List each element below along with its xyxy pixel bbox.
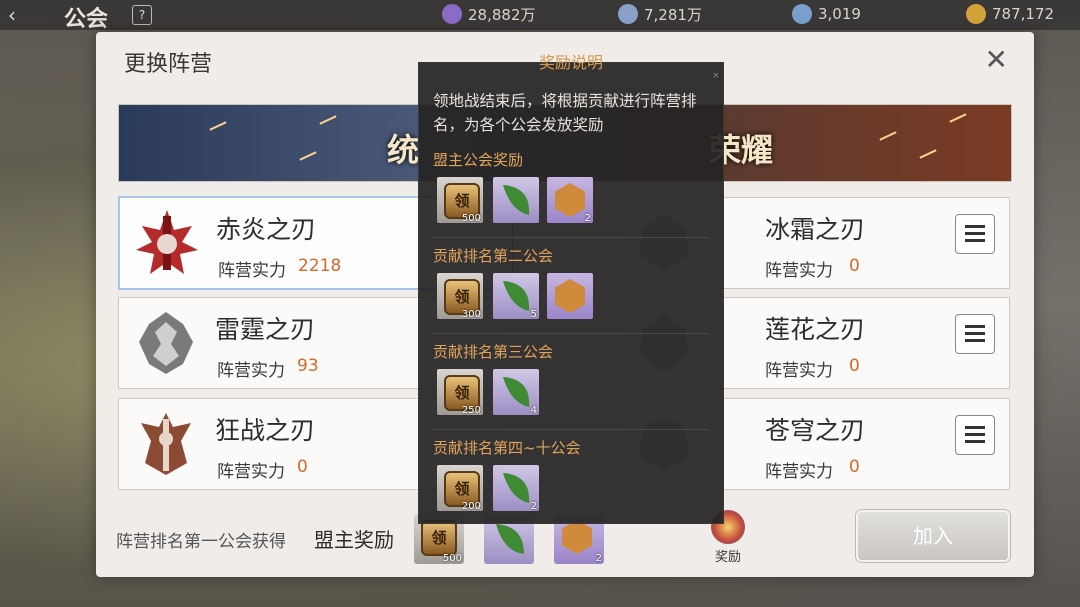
thunder-emblem-icon	[139, 312, 193, 374]
badge-icon	[562, 520, 592, 554]
faction-power-value: 2218	[298, 256, 342, 276]
resource-counter-2: 7,281万	[618, 3, 702, 25]
faction-name: 苍穹之刃	[765, 416, 866, 445]
faction-power-label: 阵营实力	[765, 361, 833, 381]
red-flame-emblem-icon	[136, 210, 198, 274]
item-count: 4	[530, 405, 537, 416]
tooltip-header: 奖励说明	[538, 53, 603, 72]
faction-power-label: 阵营实力	[218, 261, 286, 281]
badge-icon	[555, 183, 585, 217]
faction-power-value: 93	[297, 356, 319, 376]
faction-name: 莲花之刃	[765, 315, 866, 344]
reward-section-title: 贡献排名第三公会	[433, 343, 554, 361]
faction-power-value: 0	[849, 457, 860, 477]
faction-power-label: 阵营实力	[765, 462, 833, 482]
item-count: 500	[442, 553, 462, 564]
resource-value: 787,172	[992, 5, 1055, 23]
berserk-emblem-icon	[141, 413, 191, 475]
item-count: 300	[461, 309, 481, 320]
faction-name: 赤炎之刃	[216, 215, 317, 244]
item-count: 500	[461, 213, 481, 224]
reward-button-label: 奖励	[714, 550, 741, 565]
resource-value: 3,019	[818, 5, 861, 23]
faction-menu-button[interactable]	[955, 415, 995, 455]
crystal-icon	[442, 4, 462, 24]
resource-counter-1: 28,882万	[442, 3, 536, 25]
join-button[interactable]: 加入	[856, 510, 1010, 562]
item-count: 2	[584, 213, 591, 224]
item-count: 2	[530, 501, 537, 512]
help-button[interactable]: ?	[132, 5, 152, 25]
token-icon: 领	[421, 520, 457, 556]
gem-icon	[792, 4, 812, 24]
reward-badge-item[interactable]	[547, 273, 593, 319]
back-arrow-icon[interactable]: ‹	[8, 3, 16, 27]
reward-leaf-item[interactable]: 4	[493, 369, 539, 416]
item-count: 200	[461, 501, 481, 512]
resource-value: 7,281万	[644, 5, 702, 24]
reward-leaf-item[interactable]: 2	[493, 465, 539, 512]
resource-counter-3: 3,019	[792, 3, 861, 25]
item-count: 250	[461, 405, 481, 416]
footer-reward-title: 盟主奖励	[314, 528, 394, 552]
reward-section-title: 贡献排名第二公会	[433, 247, 554, 265]
reward-section-title: 贡献排名第四~十公会	[433, 439, 581, 457]
reward-leaf-item[interactable]: 5	[493, 273, 539, 320]
banner-text-left: 统	[387, 131, 420, 169]
faction-power-label: 阵营实力	[217, 462, 285, 482]
reward-token-item[interactable]: 领 250	[437, 369, 483, 416]
top-bar: ‹ 公会 ? 28,882万 7,281万 3,019 787,172	[0, 0, 1080, 32]
faction-menu-button[interactable]	[955, 214, 995, 254]
section-divider	[433, 237, 709, 238]
reward-token-item[interactable]: 领 200	[437, 465, 483, 512]
faction-name: 雷霆之刃	[215, 315, 316, 344]
faction-power-value: 0	[297, 457, 308, 477]
dialog-title: 更换阵营	[124, 52, 213, 77]
reward-info-tooltip: 奖励说明 × 领地战结束后，将根据贡献进行阵营排名，为各个公会发放奖励 盟主公会…	[418, 53, 724, 524]
faction-power-label: 阵营实力	[765, 261, 833, 281]
page-title: 公会	[64, 7, 109, 32]
section-divider	[433, 333, 709, 334]
tooltip-description: 领地战结束后，将根据贡献进行阵营排名，为各个公会发放奖励	[433, 92, 697, 134]
item-count: 2	[595, 553, 602, 564]
resource-counter-4: 787,172	[966, 3, 1054, 25]
gold-icon	[966, 4, 986, 24]
badge-icon	[555, 279, 585, 313]
faction-power-value: 0	[849, 356, 860, 376]
faction-power-value: 0	[849, 256, 860, 276]
resource-value: 28,882万	[468, 5, 536, 24]
leaf-icon	[503, 185, 530, 215]
footer-reward-label: 阵营排名第一公会获得	[116, 532, 286, 552]
faction-power-label: 阵营实力	[217, 361, 285, 381]
item-count: 5	[530, 309, 537, 320]
coin-icon	[618, 4, 638, 24]
close-icon[interactable]: ✕	[985, 46, 1008, 74]
reward-badge-item[interactable]: 2	[547, 177, 593, 224]
faction-name: 冰霜之刃	[765, 215, 866, 244]
faction-menu-button[interactable]	[955, 314, 995, 354]
reward-leaf-item[interactable]	[493, 177, 539, 223]
section-divider	[433, 429, 709, 430]
reward-token-item[interactable]: 领 500	[437, 177, 483, 224]
reward-token-item[interactable]: 领 300	[437, 273, 483, 320]
faction-name: 狂战之刃	[215, 416, 316, 445]
tooltip-close-icon[interactable]: ×	[712, 71, 720, 81]
reward-section-title: 盟主公会奖励	[433, 151, 524, 169]
